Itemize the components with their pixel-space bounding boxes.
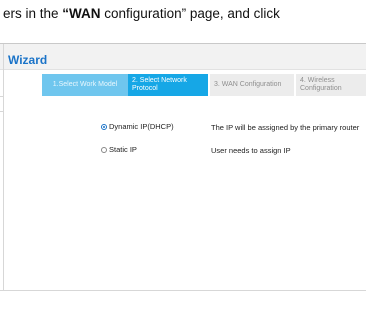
instruction-prefix: ers in the: [3, 6, 63, 21]
panel-divider: [0, 290, 366, 291]
dhcp-label: Dynamic IP(DHCP): [109, 122, 174, 131]
radio-selected-icon[interactable]: [101, 123, 107, 130]
step-label: 2. Select Network Protocol: [132, 77, 187, 92]
side-panel-edge: [0, 44, 4, 291]
wizard-title: Wizard: [8, 53, 48, 67]
step-select-network-protocol[interactable]: 2. Select Network Protocol: [128, 74, 208, 96]
step-label: 4. Wireless Configuration: [300, 77, 342, 92]
dhcp-description: The IP will be assigned by the primary r…: [211, 123, 360, 132]
dhcp-radio-option[interactable]: Dynamic IP(DHCP): [101, 122, 174, 131]
instruction-suffix: configuration” page, and click: [100, 6, 280, 21]
static-ip-radio-option[interactable]: Static IP: [101, 145, 137, 154]
radio-unselected-icon[interactable]: [101, 146, 107, 153]
static-ip-description: User needs to assign IP: [211, 146, 291, 155]
instruction-bold: “WAN: [62, 6, 101, 21]
step-select-work-model[interactable]: 1.Select Work Model: [42, 74, 128, 96]
static-ip-label: Static IP: [109, 145, 137, 154]
step-label: 3. WAN Configuration: [214, 81, 282, 88]
wizard-header: [0, 44, 366, 70]
step-wireless-configuration[interactable]: 4. Wireless Configuration: [296, 74, 366, 96]
instruction-text: ers in the “WAN configuration” page, and…: [0, 6, 366, 21]
step-label: 1.Select Work Model: [52, 81, 118, 88]
step-wan-configuration[interactable]: 3. WAN Configuration: [210, 74, 294, 96]
